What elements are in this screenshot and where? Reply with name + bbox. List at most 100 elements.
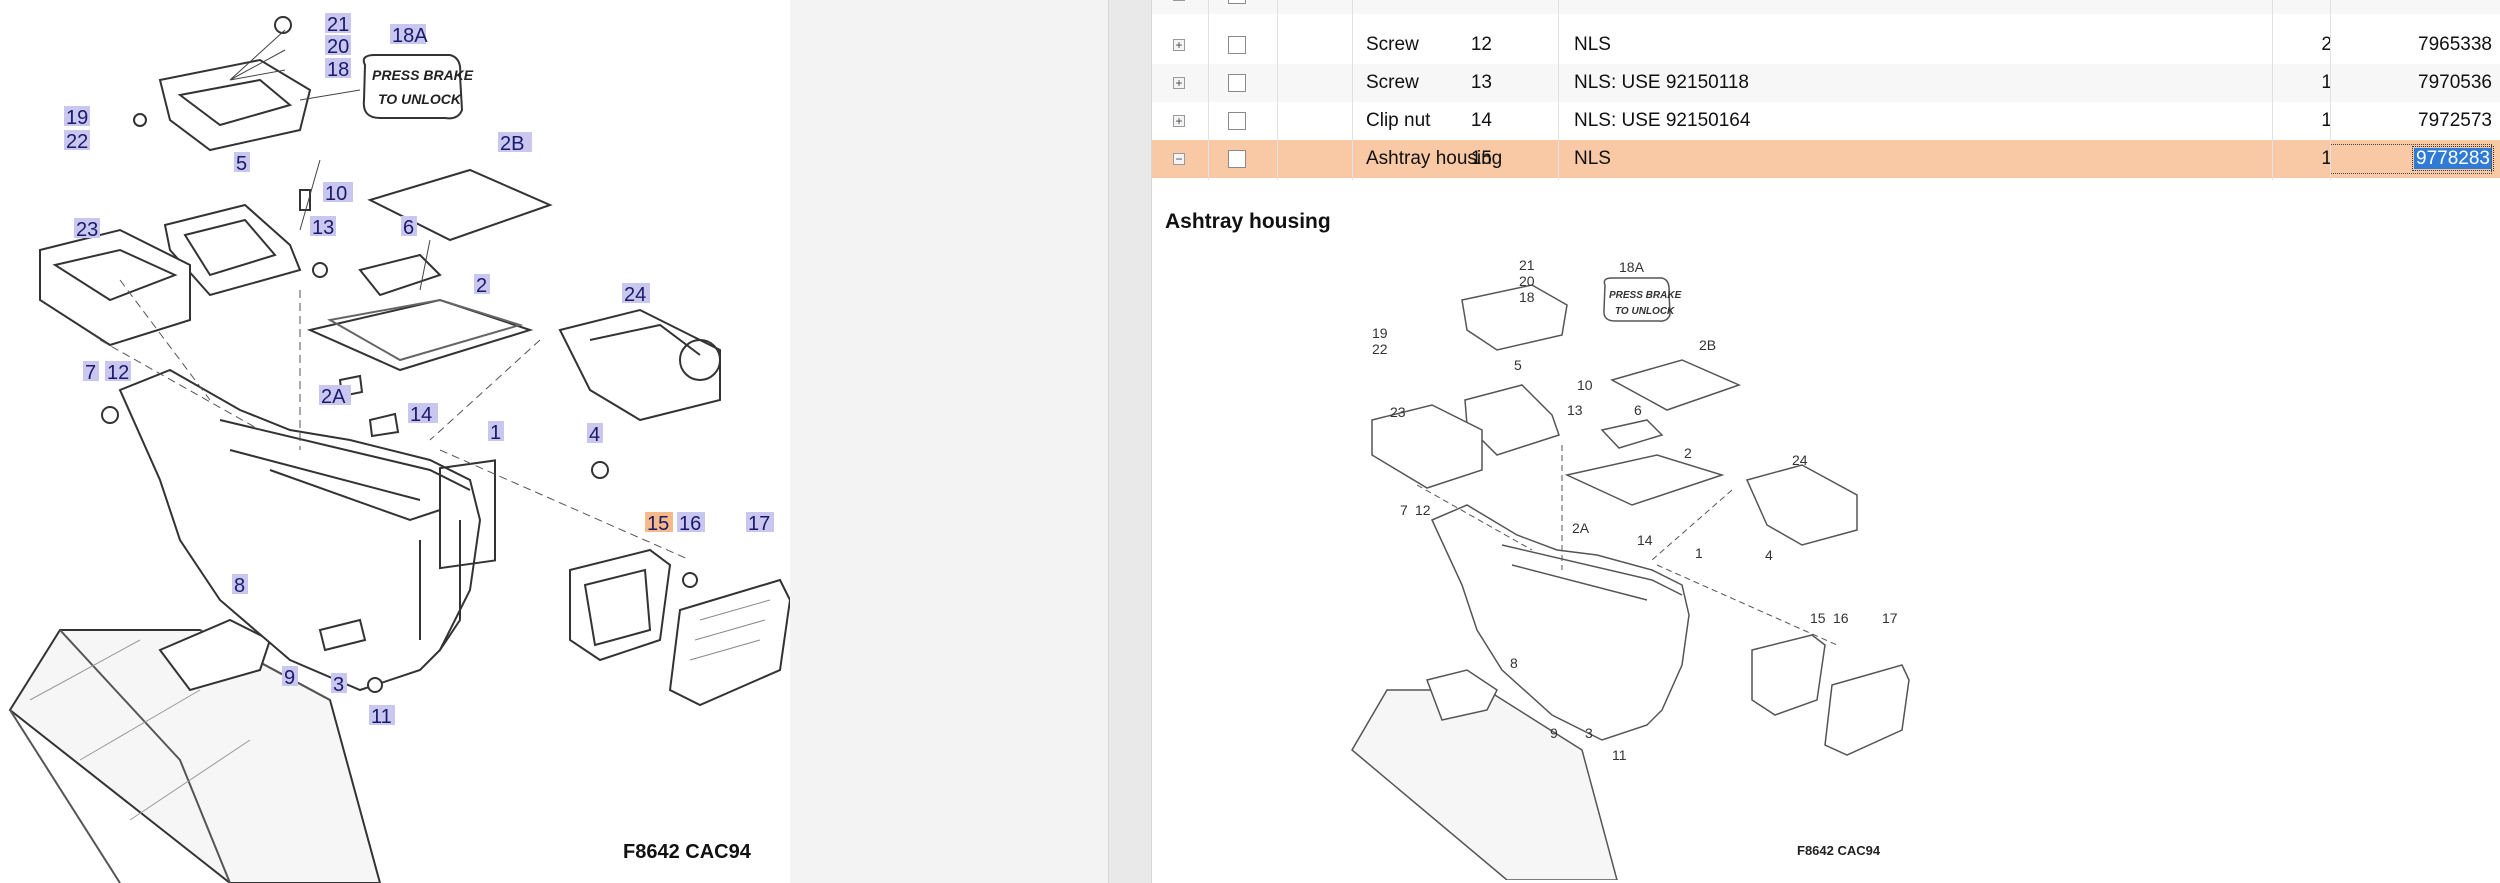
table-row[interactable]: + 11 Screw NLS: USE 92150118 2 7972561 [1152,0,2500,14]
collapse-icon[interactable]: − [1173,153,1185,165]
label-10[interactable]: 10 [325,183,347,205]
selection-frame [2330,144,2492,174]
label-11[interactable]: 11 [371,706,392,728]
label-18[interactable]: 18 [327,59,349,81]
detail-title: Ashtray housing [1165,210,1331,233]
svg-text:23: 23 [1390,404,1406,420]
brake-note-line1: PRESS BRAKE [372,67,474,83]
row-qty: 1 [2321,72,2332,93]
table-row[interactable]: + 13 Screw NLS: USE 92150118 1 7970536 [1152,64,2500,102]
row-note: NLS: USE 92150164 [1574,110,1751,131]
column-divider [1277,0,1278,180]
row-part-number: 7965338 [2418,34,2492,55]
row-part-number: 7972573 [2418,110,2492,131]
pane-splitter[interactable] [1108,0,1152,883]
row-note: NLS [1574,34,1611,55]
detail-diagram[interactable]: 212018 18A1922 52B10 13 623 2 247 122A14 1… [1347,250,2107,880]
label-17[interactable]: 17 [748,513,770,535]
exploded-diagram[interactable]: 21 20 18 18A 19 22 5 2B 10 13 6 23 2 24 … [0,0,790,883]
row-checkbox[interactable] [1228,36,1246,54]
row-note: NLS [1574,148,1611,169]
tray-2 [306,298,534,372]
label-2a[interactable]: 2A [321,386,346,408]
label-18a[interactable]: 18A [392,25,428,47]
svg-text:2: 2 [1684,445,1692,461]
label-2[interactable]: 2 [476,275,487,297]
label-15[interactable]: 15 [647,513,669,535]
label-23[interactable]: 23 [76,219,98,241]
detail-diagram-code: F8642 CAC94 [1797,843,1881,858]
row-note: NLS: USE 92150118 [1574,72,1749,93]
label-21[interactable]: 21 [327,14,349,36]
label-13[interactable]: 13 [312,217,334,239]
svg-text:18A: 18A [1619,259,1645,275]
screw-4 [591,461,609,479]
label-24[interactable]: 24 [624,284,646,306]
table-row-selected[interactable]: − 15 Ashtray housing NLS 1 9778283 [1152,140,2500,178]
expand-icon[interactable]: + [1173,0,1185,1]
svg-text:9: 9 [1550,725,1558,741]
label-12[interactable]: 12 [107,362,129,384]
svg-text:2A: 2A [1572,520,1590,536]
svg-text:22: 22 [1372,341,1388,357]
screw-19 [133,113,147,127]
table-row[interactable]: + 12 Screw NLS 2 7965338 [1152,26,2500,64]
svg-text:19: 19 [1372,325,1388,341]
diagram-code: F8642 CAC94 [623,841,752,863]
label-3[interactable]: 3 [333,674,344,696]
brake-note-line2: TO UNLOCK [378,91,462,107]
expand-icon[interactable]: + [1173,77,1185,89]
label-5[interactable]: 5 [236,153,247,175]
svg-text:3: 3 [1585,725,1593,741]
row-checkbox[interactable] [1228,0,1246,4]
label-6[interactable]: 6 [403,217,414,239]
svg-text:20: 20 [1519,273,1535,289]
mat-2b [367,168,553,242]
svg-text:10: 10 [1577,377,1593,393]
screw-21 [274,16,292,34]
column-divider [1558,0,1559,180]
svg-text:5: 5 [1514,357,1522,373]
label-7[interactable]: 7 [85,362,96,384]
column-divider [1208,0,1209,180]
row-checkbox[interactable] [1228,112,1246,130]
svg-text:15: 15 [1810,610,1826,626]
label-8[interactable]: 8 [234,575,245,597]
column-divider [1352,0,1353,180]
lid-17 [668,578,790,707]
row-qty: 2 [2252,0,2332,14]
label-4[interactable]: 4 [589,424,600,446]
row-part-number: 7972561 [2340,0,2492,14]
expand-icon[interactable]: + [1173,115,1185,127]
label-20[interactable]: 20 [327,36,349,58]
row-qty: 1 [2321,148,2332,169]
label-9[interactable]: 9 [284,667,295,689]
row-checkbox[interactable] [1228,150,1246,168]
label-14[interactable]: 14 [410,404,432,426]
svg-text:2B: 2B [1699,337,1716,353]
expand-icon[interactable]: + [1173,39,1185,51]
row-checkbox[interactable] [1228,74,1246,92]
svg-text:PRESS BRAKE: PRESS BRAKE [1609,290,1682,301]
svg-text:17: 17 [1882,610,1898,626]
svg-text:16: 16 [1833,610,1849,626]
label-2b[interactable]: 2B [500,133,524,155]
empty-pane [790,0,1108,883]
bin-23 [39,228,191,347]
label-1[interactable]: 1 [490,422,501,444]
svg-text:8: 8 [1510,655,1518,671]
label-22[interactable]: 22 [66,131,88,153]
table-row[interactable]: + 14 Clip nut NLS: USE 92150164 1 797257… [1152,102,2500,140]
svg-text:14: 14 [1637,532,1653,548]
svg-text:24: 24 [1792,452,1808,468]
svg-text:12: 12 [1415,502,1431,518]
svg-text:1: 1 [1695,545,1703,561]
svg-text:4: 4 [1765,547,1773,563]
svg-text:6: 6 [1634,402,1642,418]
label-19[interactable]: 19 [66,107,88,129]
screw-16 [682,572,698,588]
insert-6 [358,253,442,297]
column-divider [2272,0,2273,180]
svg-text:18: 18 [1519,289,1535,305]
label-16[interactable]: 16 [679,513,701,535]
